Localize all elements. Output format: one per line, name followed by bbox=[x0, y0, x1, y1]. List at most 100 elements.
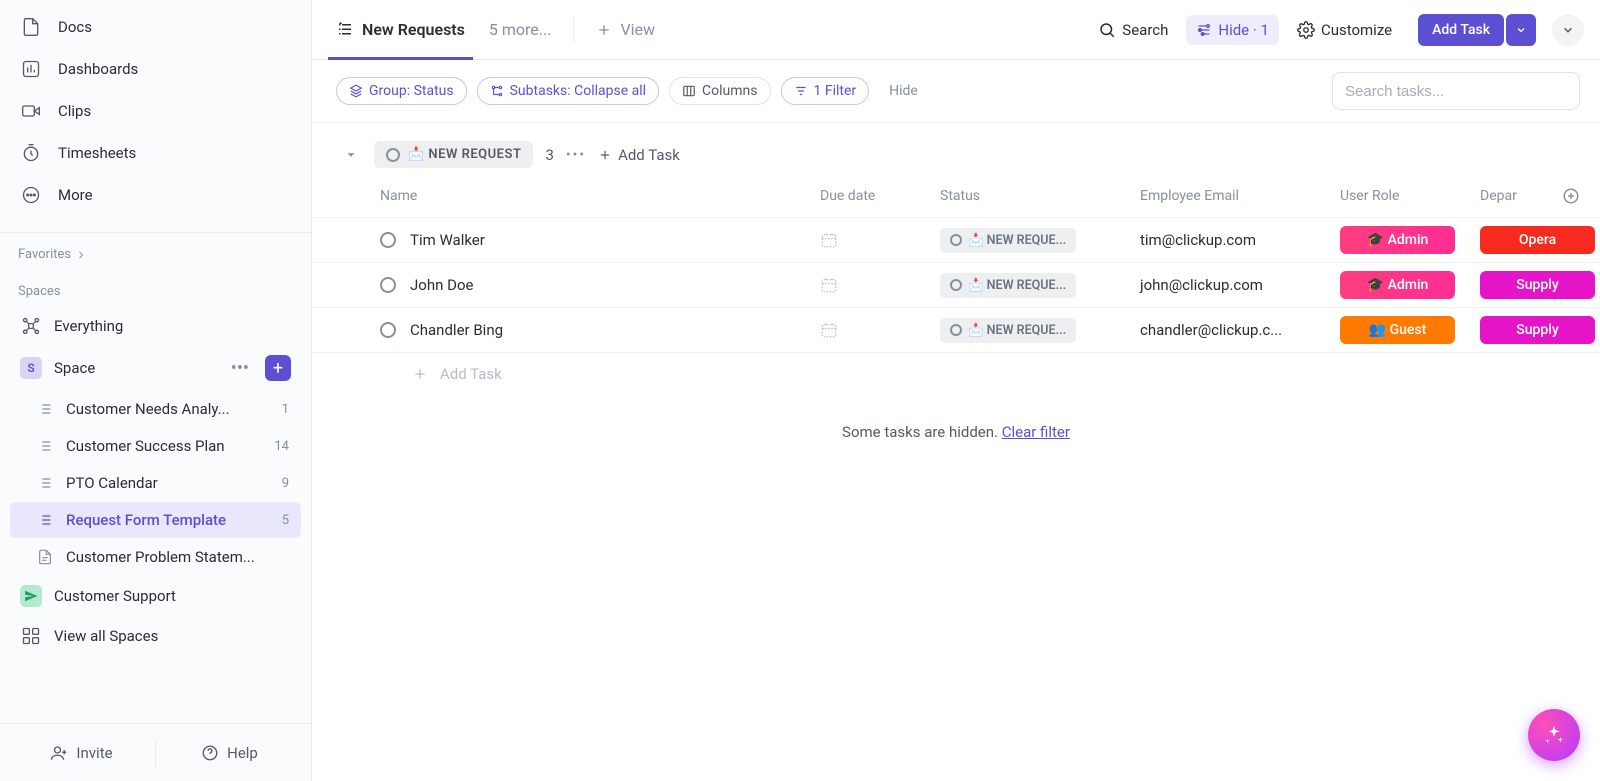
layers-icon bbox=[349, 84, 363, 98]
space-add-button[interactable]: + bbox=[265, 355, 291, 381]
cell-status[interactable]: 📩 NEW REQUE... bbox=[940, 273, 1076, 298]
col-email[interactable]: Employee Email bbox=[1134, 188, 1334, 204]
list-icon bbox=[36, 400, 54, 418]
add-column-button[interactable] bbox=[1562, 187, 1580, 205]
nav-dashboards[interactable]: Dashboards bbox=[10, 48, 301, 90]
nav-label: More bbox=[58, 186, 93, 204]
calendar-icon[interactable] bbox=[820, 276, 928, 294]
list-count: 14 bbox=[274, 439, 291, 454]
group-header: 📩 NEW REQUEST 3 ••• Add Task bbox=[312, 135, 1600, 174]
list-count: 9 bbox=[282, 476, 291, 491]
chip-subtasks[interactable]: Subtasks: Collapse all bbox=[477, 77, 659, 105]
space-name: Space bbox=[54, 359, 215, 377]
task-name: John Doe bbox=[410, 276, 473, 294]
cell-email[interactable]: john@clickup.com bbox=[1134, 276, 1334, 294]
add-task-button[interactable]: Add Task bbox=[1418, 14, 1504, 46]
nav-label: Clips bbox=[58, 102, 91, 120]
status-toggle[interactable] bbox=[380, 232, 396, 248]
col-due[interactable]: Due date bbox=[814, 188, 934, 204]
role-badge[interactable]: 👥 Guest bbox=[1340, 316, 1455, 344]
list-label: Request Form Template bbox=[66, 511, 270, 529]
list-item[interactable]: Request Form Template 5 bbox=[10, 502, 301, 538]
nav-label: Docs bbox=[58, 18, 92, 36]
doc-icon bbox=[20, 16, 42, 38]
task-name: Tim Walker bbox=[410, 231, 485, 249]
toolbar-search[interactable]: Search bbox=[1088, 15, 1178, 45]
tab-add-view[interactable]: View bbox=[588, 0, 663, 59]
invite-button[interactable]: Invite bbox=[8, 734, 155, 772]
status-circle-icon bbox=[386, 148, 400, 162]
dept-badge[interactable]: Supply bbox=[1480, 271, 1595, 299]
list-item[interactable]: PTO Calendar9 bbox=[10, 465, 301, 501]
nav-customer-support[interactable]: Customer Support bbox=[10, 577, 301, 615]
role-badge[interactable]: 🎓 Admin bbox=[1340, 226, 1455, 254]
dept-badge[interactable]: Opera bbox=[1480, 226, 1595, 254]
table-row[interactable]: John Doe 📩 NEW REQUE... john@clickup.com 🎓 … bbox=[312, 263, 1600, 308]
pinned-list-icon bbox=[336, 21, 354, 39]
cell-email[interactable]: tim@clickup.com bbox=[1134, 231, 1334, 249]
list-count: 5 bbox=[282, 513, 291, 528]
table-row[interactable]: Tim Walker 📩 NEW REQUE... tim@clickup.com 🎓… bbox=[312, 218, 1600, 263]
role-badge[interactable]: 🎓 Admin bbox=[1340, 271, 1455, 299]
space-more-button[interactable]: ••• bbox=[227, 358, 253, 379]
status-toggle[interactable] bbox=[380, 277, 396, 293]
toolbar-hide[interactable]: Hide · 1 bbox=[1186, 15, 1279, 45]
cell-email[interactable]: chandler@clickup.c... bbox=[1134, 321, 1334, 339]
nav-clips[interactable]: Clips bbox=[10, 90, 301, 132]
list-label: Customer Problem Statem... bbox=[66, 548, 291, 566]
gear-icon bbox=[1297, 21, 1315, 39]
help-icon bbox=[201, 744, 219, 762]
chip-filter[interactable]: 1 Filter bbox=[781, 77, 870, 105]
list-item[interactable]: Customer Success Plan14 bbox=[10, 428, 301, 464]
clear-filter-link[interactable]: Clear filter bbox=[1002, 423, 1070, 441]
filter-hide[interactable]: Hide bbox=[889, 83, 918, 99]
list-item[interactable]: Customer Needs Analy...1 bbox=[10, 391, 301, 427]
nav-docs[interactable]: Docs bbox=[10, 6, 301, 48]
group-add-task[interactable]: Add Task bbox=[598, 146, 680, 164]
main: New Requests 5 more... View Search Hide … bbox=[312, 0, 1600, 781]
add-task-row[interactable]: Add Task bbox=[312, 353, 1600, 383]
group-status-pill[interactable]: 📩 NEW REQUEST bbox=[374, 141, 533, 168]
nav-everything[interactable]: Everything bbox=[10, 307, 301, 345]
cell-status[interactable]: 📩 NEW REQUE... bbox=[940, 318, 1076, 343]
add-task-dropdown[interactable] bbox=[1506, 14, 1536, 46]
space-avatar: S bbox=[20, 357, 42, 379]
nav-timesheets[interactable]: Timesheets bbox=[10, 132, 301, 174]
table-row[interactable]: Chandler Bing📩 NEW REQUE...chandler@clic… bbox=[312, 308, 1600, 353]
col-role[interactable]: User Role bbox=[1334, 188, 1474, 204]
fab-ai-button[interactable] bbox=[1528, 709, 1580, 761]
group-count: 3 bbox=[545, 146, 553, 164]
tab-more[interactable]: 5 more... bbox=[481, 0, 560, 59]
plus-icon bbox=[596, 22, 612, 38]
favorites-header[interactable]: Favorites bbox=[0, 241, 311, 268]
nav-more[interactable]: More bbox=[10, 174, 301, 216]
status-toggle[interactable] bbox=[380, 322, 396, 338]
col-dept[interactable]: Depar bbox=[1474, 188, 1600, 204]
table-head: Name Due date Status Employee Email User… bbox=[312, 174, 1600, 218]
group-more[interactable]: ••• bbox=[566, 147, 586, 163]
chip-columns[interactable]: Columns bbox=[669, 77, 770, 105]
dept-badge[interactable]: Supply bbox=[1480, 316, 1595, 344]
dashboard-icon bbox=[20, 58, 42, 80]
tab-new-requests[interactable]: New Requests bbox=[328, 0, 473, 59]
help-button[interactable]: Help bbox=[156, 734, 303, 772]
chip-group[interactable]: Group: Status bbox=[336, 77, 467, 105]
toolbar: New Requests 5 more... View Search Hide … bbox=[312, 0, 1600, 60]
invite-icon bbox=[50, 744, 68, 762]
calendar-icon[interactable] bbox=[820, 321, 928, 339]
col-status[interactable]: Status bbox=[934, 188, 1134, 204]
columns-icon bbox=[682, 84, 696, 98]
sidebar: Docs Dashboards Clips Timesheets More Fa… bbox=[0, 0, 312, 781]
subtasks-icon bbox=[490, 84, 504, 98]
toolbar-overflow[interactable] bbox=[1552, 14, 1584, 46]
toolbar-customize[interactable]: Customize bbox=[1287, 15, 1402, 45]
search-tasks-input[interactable] bbox=[1332, 72, 1580, 110]
list-item[interactable]: Customer Problem Statem... bbox=[10, 539, 301, 575]
calendar-icon[interactable] bbox=[820, 231, 928, 249]
cell-status[interactable]: 📩 NEW REQUE... bbox=[940, 228, 1076, 253]
col-name[interactable]: Name bbox=[374, 188, 814, 204]
nav-view-all-spaces[interactable]: View all Spaces bbox=[10, 617, 301, 655]
group-collapse[interactable] bbox=[344, 148, 362, 162]
space-row[interactable]: S Space ••• + bbox=[10, 347, 301, 389]
content: 📩 NEW REQUEST 3 ••• Add Task Name Due da… bbox=[312, 123, 1600, 781]
